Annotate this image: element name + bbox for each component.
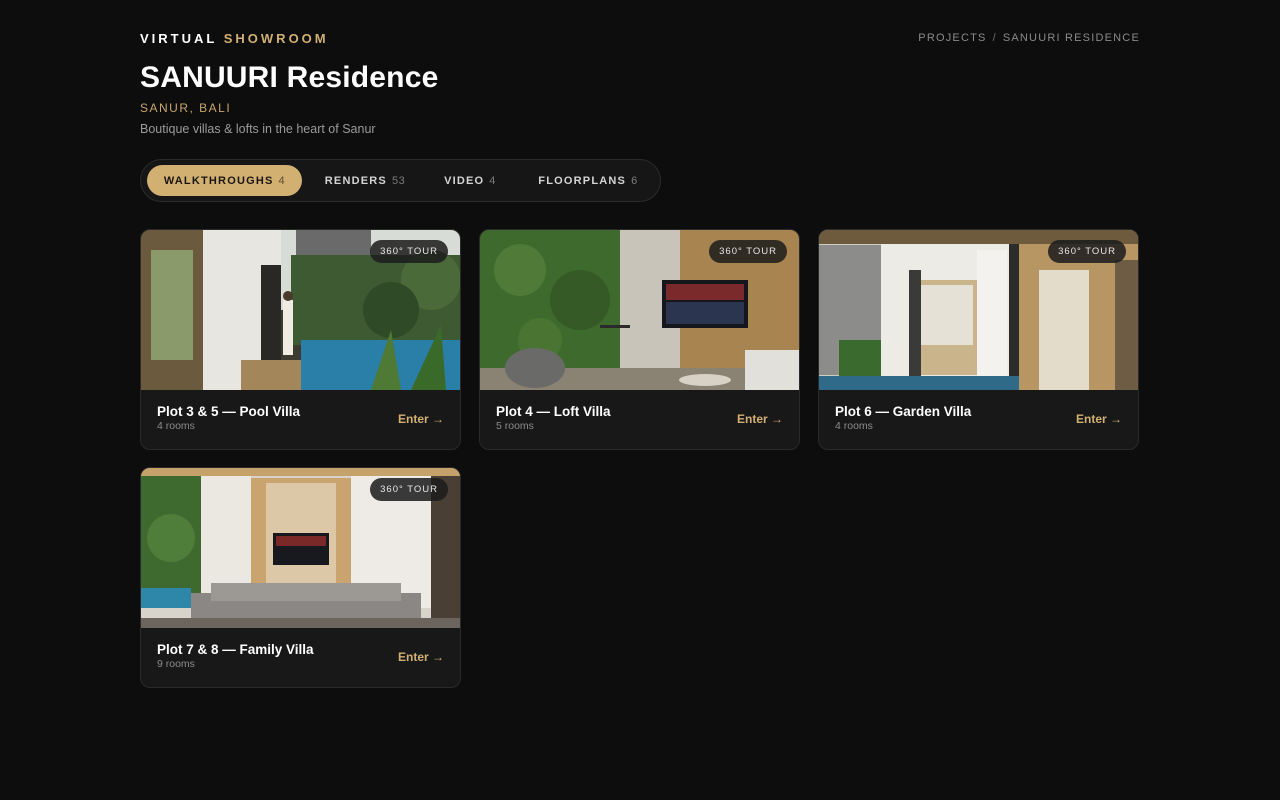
tab-count: 4 — [278, 174, 286, 187]
tab-count: 53 — [391, 174, 406, 187]
tab-label: RENDERS — [324, 174, 387, 187]
card-room-count: 4 rooms — [157, 420, 195, 432]
tour-badge: 360° TOUR — [1048, 240, 1126, 263]
breadcrumb: PROJECTS / SANUURI RESIDENCE — [918, 32, 1140, 44]
card-room-count: 4 rooms — [835, 420, 873, 432]
tab-label: WALKTHROUGHS — [163, 174, 274, 187]
brand-logo[interactable]: VIRTUAL SHOWROOM — [140, 31, 329, 46]
card-title: Plot 7 & 8 — Family Villa — [157, 642, 314, 657]
enter-link[interactable]: Enter → — [737, 412, 783, 426]
enter-link[interactable]: Enter → — [1076, 412, 1122, 426]
tab-label: FLOORPLANS — [538, 174, 627, 187]
card-room-count: 5 rooms — [496, 420, 534, 432]
breadcrumb-current: SANUURI RESIDENCE — [1002, 32, 1140, 44]
tab-count: 6 — [631, 174, 638, 187]
walkthrough-card-loft-villa[interactable]: 360° TOUR Plot 4 — Loft Villa 5 rooms En… — [479, 229, 800, 450]
media-tabs: WALKTHROUGHS 4 RENDERS 53 VIDEO 4 FLOORPLAN… — [140, 159, 661, 202]
tab-floorplans[interactable]: FLOORPLANS 6 — [524, 165, 652, 196]
tab-label: VIDEO — [444, 174, 485, 187]
breadcrumb-projects[interactable]: PROJECTS — [918, 32, 986, 44]
enter-link[interactable]: Enter → — [398, 412, 444, 426]
showroom-page: VIRTUAL SHOWROOM PROJECTS / SANUURI RESIDE… — [140, 0, 1140, 800]
brand-primary: VIRTUAL — [140, 31, 218, 46]
card-title: Plot 4 — Loft Villa — [496, 404, 611, 419]
page-title: SANUURI Residence — [140, 61, 439, 94]
card-title: Plot 3 & 5 — Pool Villa — [157, 404, 301, 419]
walkthrough-card-family-villa[interactable]: 360° TOUR Plot 7 & 8 — Family Villa 9 ro… — [140, 467, 461, 688]
tab-walkthroughs[interactable]: WALKTHROUGHS 4 — [147, 165, 302, 196]
tab-count: 4 — [489, 174, 496, 187]
project-tagline: Boutique villas & lofts in the heart of … — [140, 122, 376, 136]
brand-accent: SHOWROOM — [223, 31, 329, 46]
tab-video[interactable]: VIDEO 4 — [430, 165, 510, 196]
project-location: SANUR, BALI — [140, 101, 232, 115]
card-title: Plot 6 — Garden Villa — [835, 404, 972, 419]
top-bar: VIRTUAL SHOWROOM PROJECTS / SANUURI RESIDE… — [140, 31, 1140, 47]
breadcrumb-separator: / — [992, 32, 997, 44]
tour-badge: 360° TOUR — [370, 478, 448, 501]
tour-badge: 360° TOUR — [709, 240, 787, 263]
card-room-count: 9 rooms — [157, 658, 195, 670]
enter-link[interactable]: Enter → — [398, 650, 444, 664]
tab-renders[interactable]: RENDERS 53 — [310, 165, 420, 196]
walkthrough-card-pool-villa[interactable]: 360° TOUR Plot 3 & 5 — Pool Villa 4 room… — [140, 229, 461, 450]
tour-badge: 360° TOUR — [370, 240, 448, 263]
walkthrough-card-garden-villa[interactable]: 360° TOUR Plot 6 — Garden Villa 4 rooms … — [818, 229, 1139, 450]
